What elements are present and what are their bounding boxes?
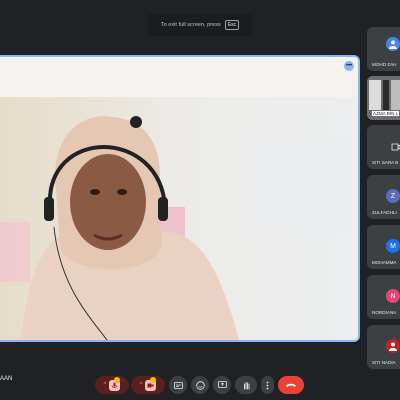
- call-controls-toolbar: ^ ^: [0, 376, 400, 394]
- warning-badge-icon: [150, 376, 157, 383]
- camera-off-icon: [145, 376, 157, 391]
- participant-name: NORDIANA: [372, 310, 397, 315]
- raise-hand-button[interactable]: [235, 376, 257, 394]
- participant-name: MOHD ZAH: [372, 62, 397, 67]
- person-icon: [389, 342, 397, 351]
- more-options-icon[interactable]: •••: [344, 61, 354, 71]
- avatar: M: [386, 239, 400, 253]
- participant-tile[interactable]: MOHD ZAH: [367, 27, 400, 71]
- avatar: Z: [386, 189, 400, 203]
- participant-tile[interactable]: N NORDIANA: [367, 275, 400, 319]
- participant-tile[interactable]: M MOHAMMA: [367, 225, 400, 269]
- participant-tile[interactable]: Z ZULFADHLI: [367, 175, 400, 219]
- esc-key-label: Esc: [224, 20, 240, 30]
- participant-tile[interactable]: SITI SARA B: [367, 125, 400, 169]
- emoji-icon: [195, 380, 205, 390]
- participant-tile[interactable]: AZMA BIN L: [367, 76, 400, 120]
- more-options-button[interactable]: [261, 376, 274, 394]
- present-screen-button[interactable]: [213, 376, 231, 394]
- mic-off-icon: [109, 376, 121, 391]
- participant-name: SITI NADIA: [372, 360, 396, 365]
- main-speaker-video[interactable]: •••: [0, 55, 360, 342]
- avatar: N: [386, 289, 400, 303]
- fullscreen-exit-hint: To exit full screen, press Esc: [148, 14, 252, 36]
- participant-name: ZULFADHLI: [372, 210, 397, 215]
- avatar: [386, 339, 400, 353]
- captions-icon: [173, 381, 183, 389]
- participant-name: AZMA BIN L: [372, 111, 400, 116]
- hang-up-icon: [286, 383, 296, 387]
- leave-call-button[interactable]: [278, 376, 304, 394]
- camera-button[interactable]: ^: [131, 376, 165, 394]
- microphone-button[interactable]: ^: [95, 376, 129, 394]
- fullscreen-hint-text: To exit full screen, press: [160, 22, 221, 28]
- participant-tile[interactable]: SITI NADIA: [367, 325, 400, 369]
- participant-name: MOHAMMA: [372, 260, 397, 265]
- present-icon: [217, 381, 227, 388]
- participant-name: SITI SARA B: [372, 160, 399, 165]
- chevron-up-icon: ^: [103, 382, 107, 388]
- person-icon: [389, 40, 397, 49]
- captions-button[interactable]: [169, 376, 187, 394]
- hand-icon: [243, 381, 249, 389]
- chevron-up-icon: ^: [139, 382, 143, 388]
- avatar: [386, 37, 400, 51]
- warning-badge-icon: [114, 376, 121, 383]
- reactions-button[interactable]: [191, 376, 209, 394]
- camera-off-icon: [391, 143, 400, 151]
- more-vert-icon: [266, 381, 269, 389]
- speaker-video-frame: [0, 57, 358, 340]
